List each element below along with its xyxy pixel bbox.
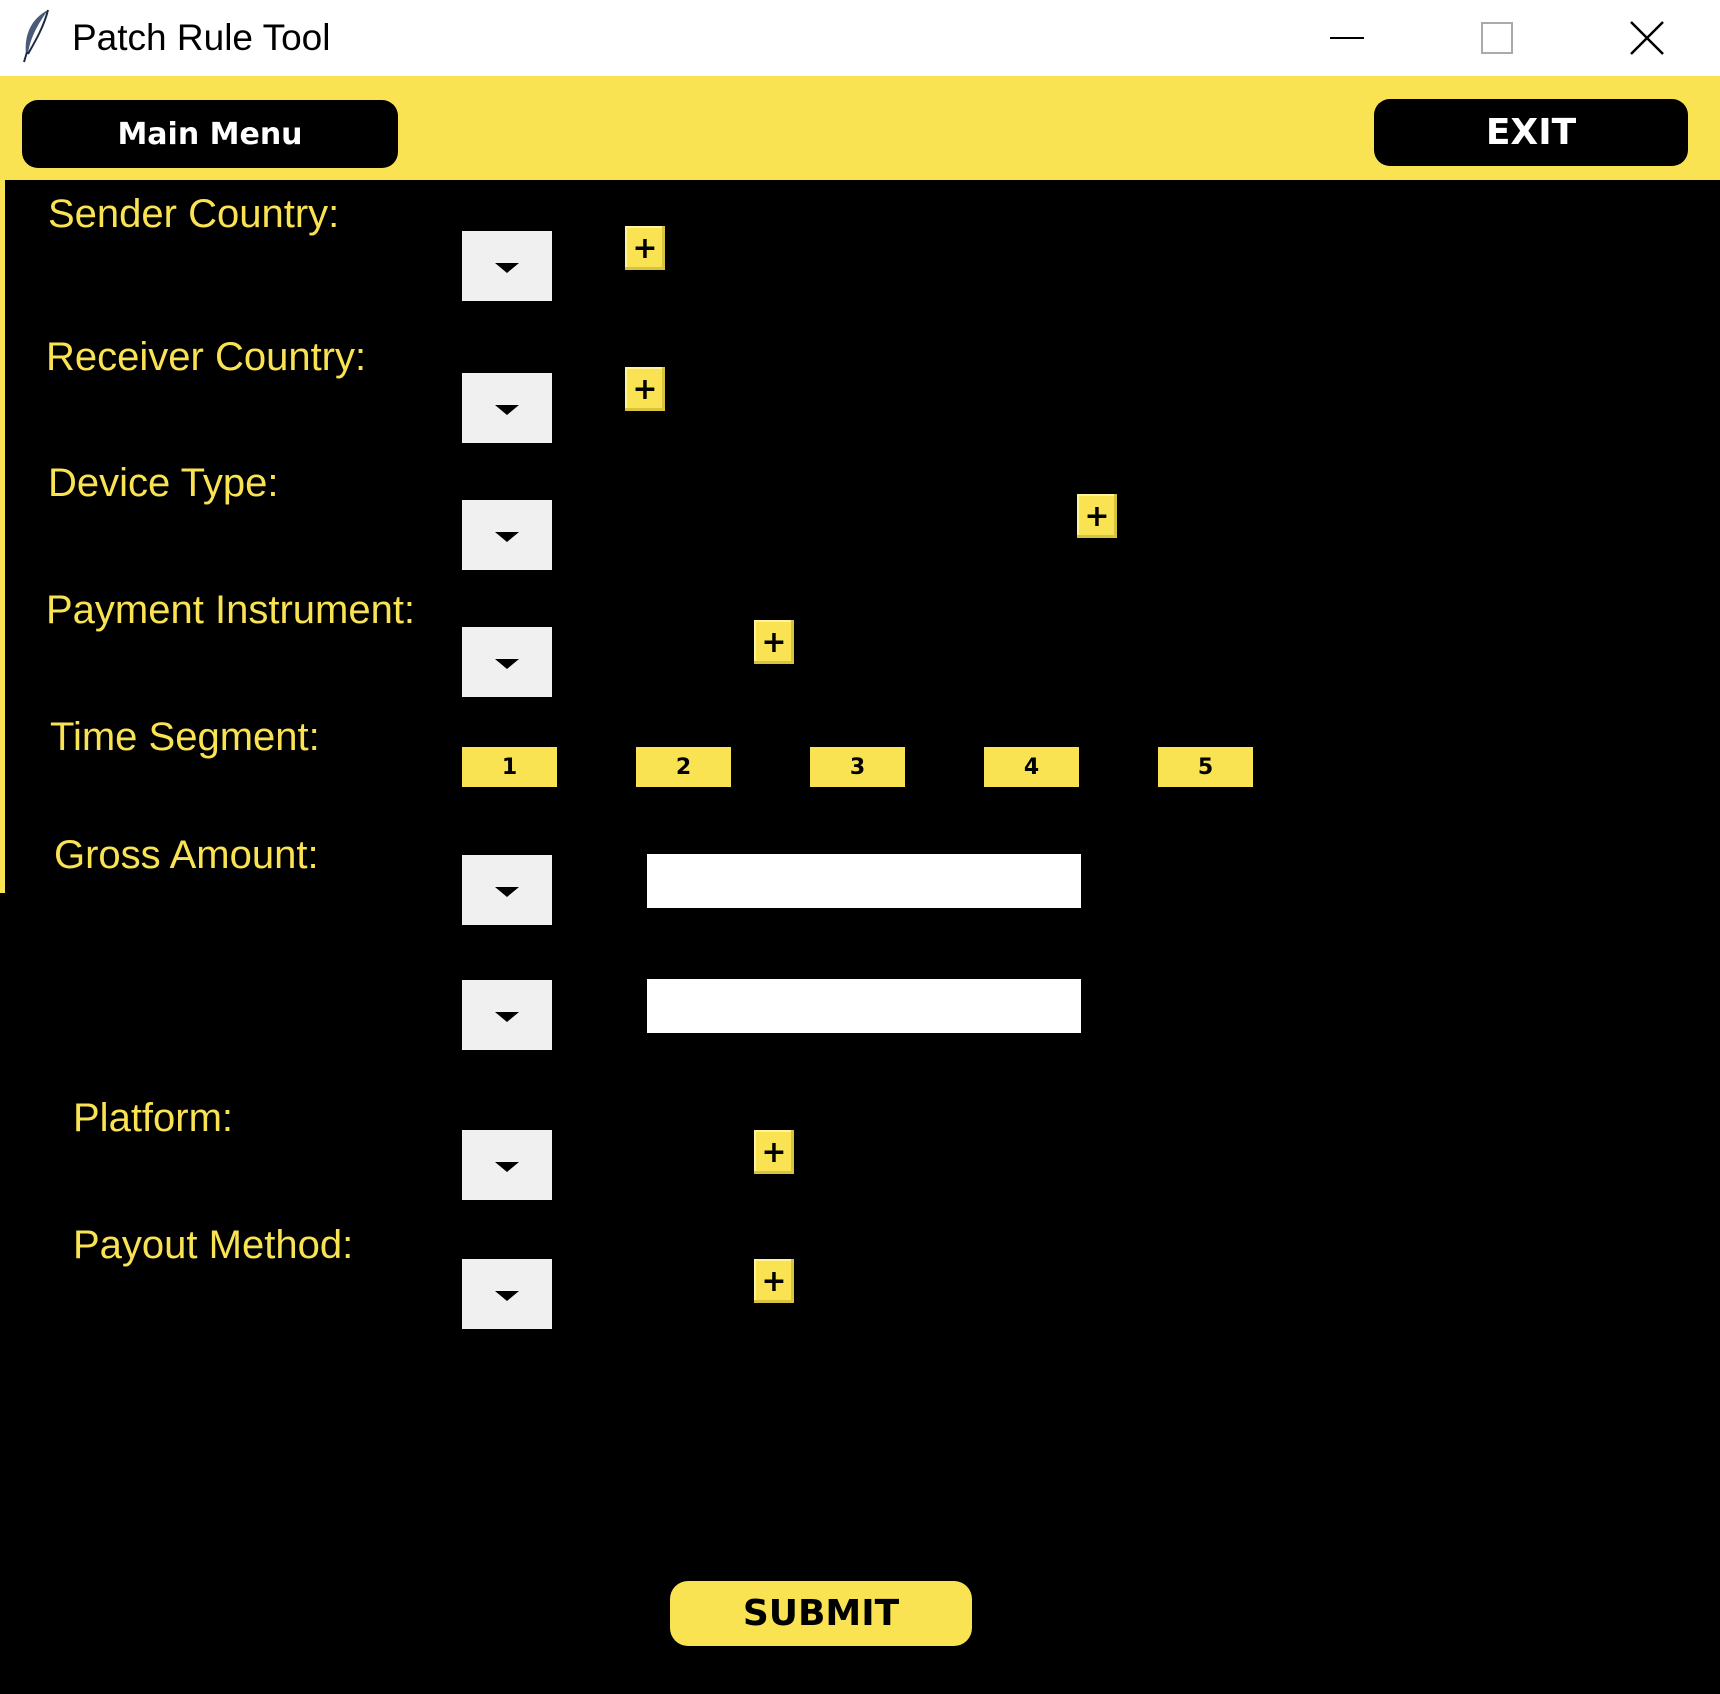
minimize-button[interactable] xyxy=(1272,0,1422,76)
add-sender-country-button[interactable]: + xyxy=(625,226,665,270)
time-segment-2-button[interactable]: 2 xyxy=(636,747,731,787)
add-payment-instrument-button[interactable]: + xyxy=(754,620,794,664)
payout-method-label: Payout Method: xyxy=(73,1223,354,1267)
gross-amount-operator-dropdown-2[interactable] xyxy=(462,980,552,1050)
device-type-dropdown[interactable] xyxy=(462,500,552,570)
time-segment-1-button[interactable]: 1 xyxy=(462,747,557,787)
maximize-button[interactable] xyxy=(1422,0,1572,76)
main-menu-button[interactable]: Main Menu xyxy=(22,100,398,168)
exit-button[interactable]: EXIT xyxy=(1374,99,1688,166)
chevron-down-icon xyxy=(495,1291,519,1301)
close-icon xyxy=(1630,21,1664,55)
time-segment-4-button[interactable]: 4 xyxy=(984,747,1079,787)
gross-amount-input-1[interactable] xyxy=(647,854,1081,908)
gross-amount-operator-dropdown-1[interactable] xyxy=(462,855,552,925)
add-device-type-button[interactable]: + xyxy=(1077,494,1117,538)
payment-instrument-label: Payment Instrument: xyxy=(46,588,416,632)
maximize-icon xyxy=(1481,22,1513,54)
payout-method-dropdown[interactable] xyxy=(462,1259,552,1329)
window-title: Patch Rule Tool xyxy=(72,17,331,58)
add-payout-method-button[interactable]: + xyxy=(754,1259,794,1303)
device-type-label: Device Type: xyxy=(48,461,279,505)
chevron-down-icon xyxy=(495,405,519,415)
chevron-down-icon xyxy=(495,263,519,273)
time-segment-5-button[interactable]: 5 xyxy=(1158,747,1253,787)
receiver-country-dropdown[interactable] xyxy=(462,373,552,443)
chevron-down-icon xyxy=(495,532,519,542)
feather-icon xyxy=(18,8,52,64)
receiver-country-label: Receiver Country: xyxy=(46,335,367,379)
close-button[interactable] xyxy=(1572,0,1720,76)
sender-country-dropdown[interactable] xyxy=(462,231,552,301)
chevron-down-icon xyxy=(495,1162,519,1172)
add-receiver-country-button[interactable]: + xyxy=(625,367,665,411)
chevron-down-icon xyxy=(495,659,519,669)
window-border xyxy=(0,76,5,893)
chevron-down-icon xyxy=(495,887,519,897)
chevron-down-icon xyxy=(495,1012,519,1022)
platform-label: Platform: xyxy=(73,1096,234,1140)
add-platform-button[interactable]: + xyxy=(754,1130,794,1174)
sender-country-label: Sender Country: xyxy=(48,192,340,236)
submit-button[interactable]: SUBMIT xyxy=(670,1581,972,1646)
payment-instrument-dropdown[interactable] xyxy=(462,627,552,697)
minimize-icon xyxy=(1330,37,1364,39)
gross-amount-label: Gross Amount: xyxy=(54,833,319,877)
time-segment-3-button[interactable]: 3 xyxy=(810,747,905,787)
platform-dropdown[interactable] xyxy=(462,1130,552,1200)
gross-amount-input-2[interactable] xyxy=(647,979,1081,1033)
time-segment-label: Time Segment: xyxy=(50,715,320,759)
